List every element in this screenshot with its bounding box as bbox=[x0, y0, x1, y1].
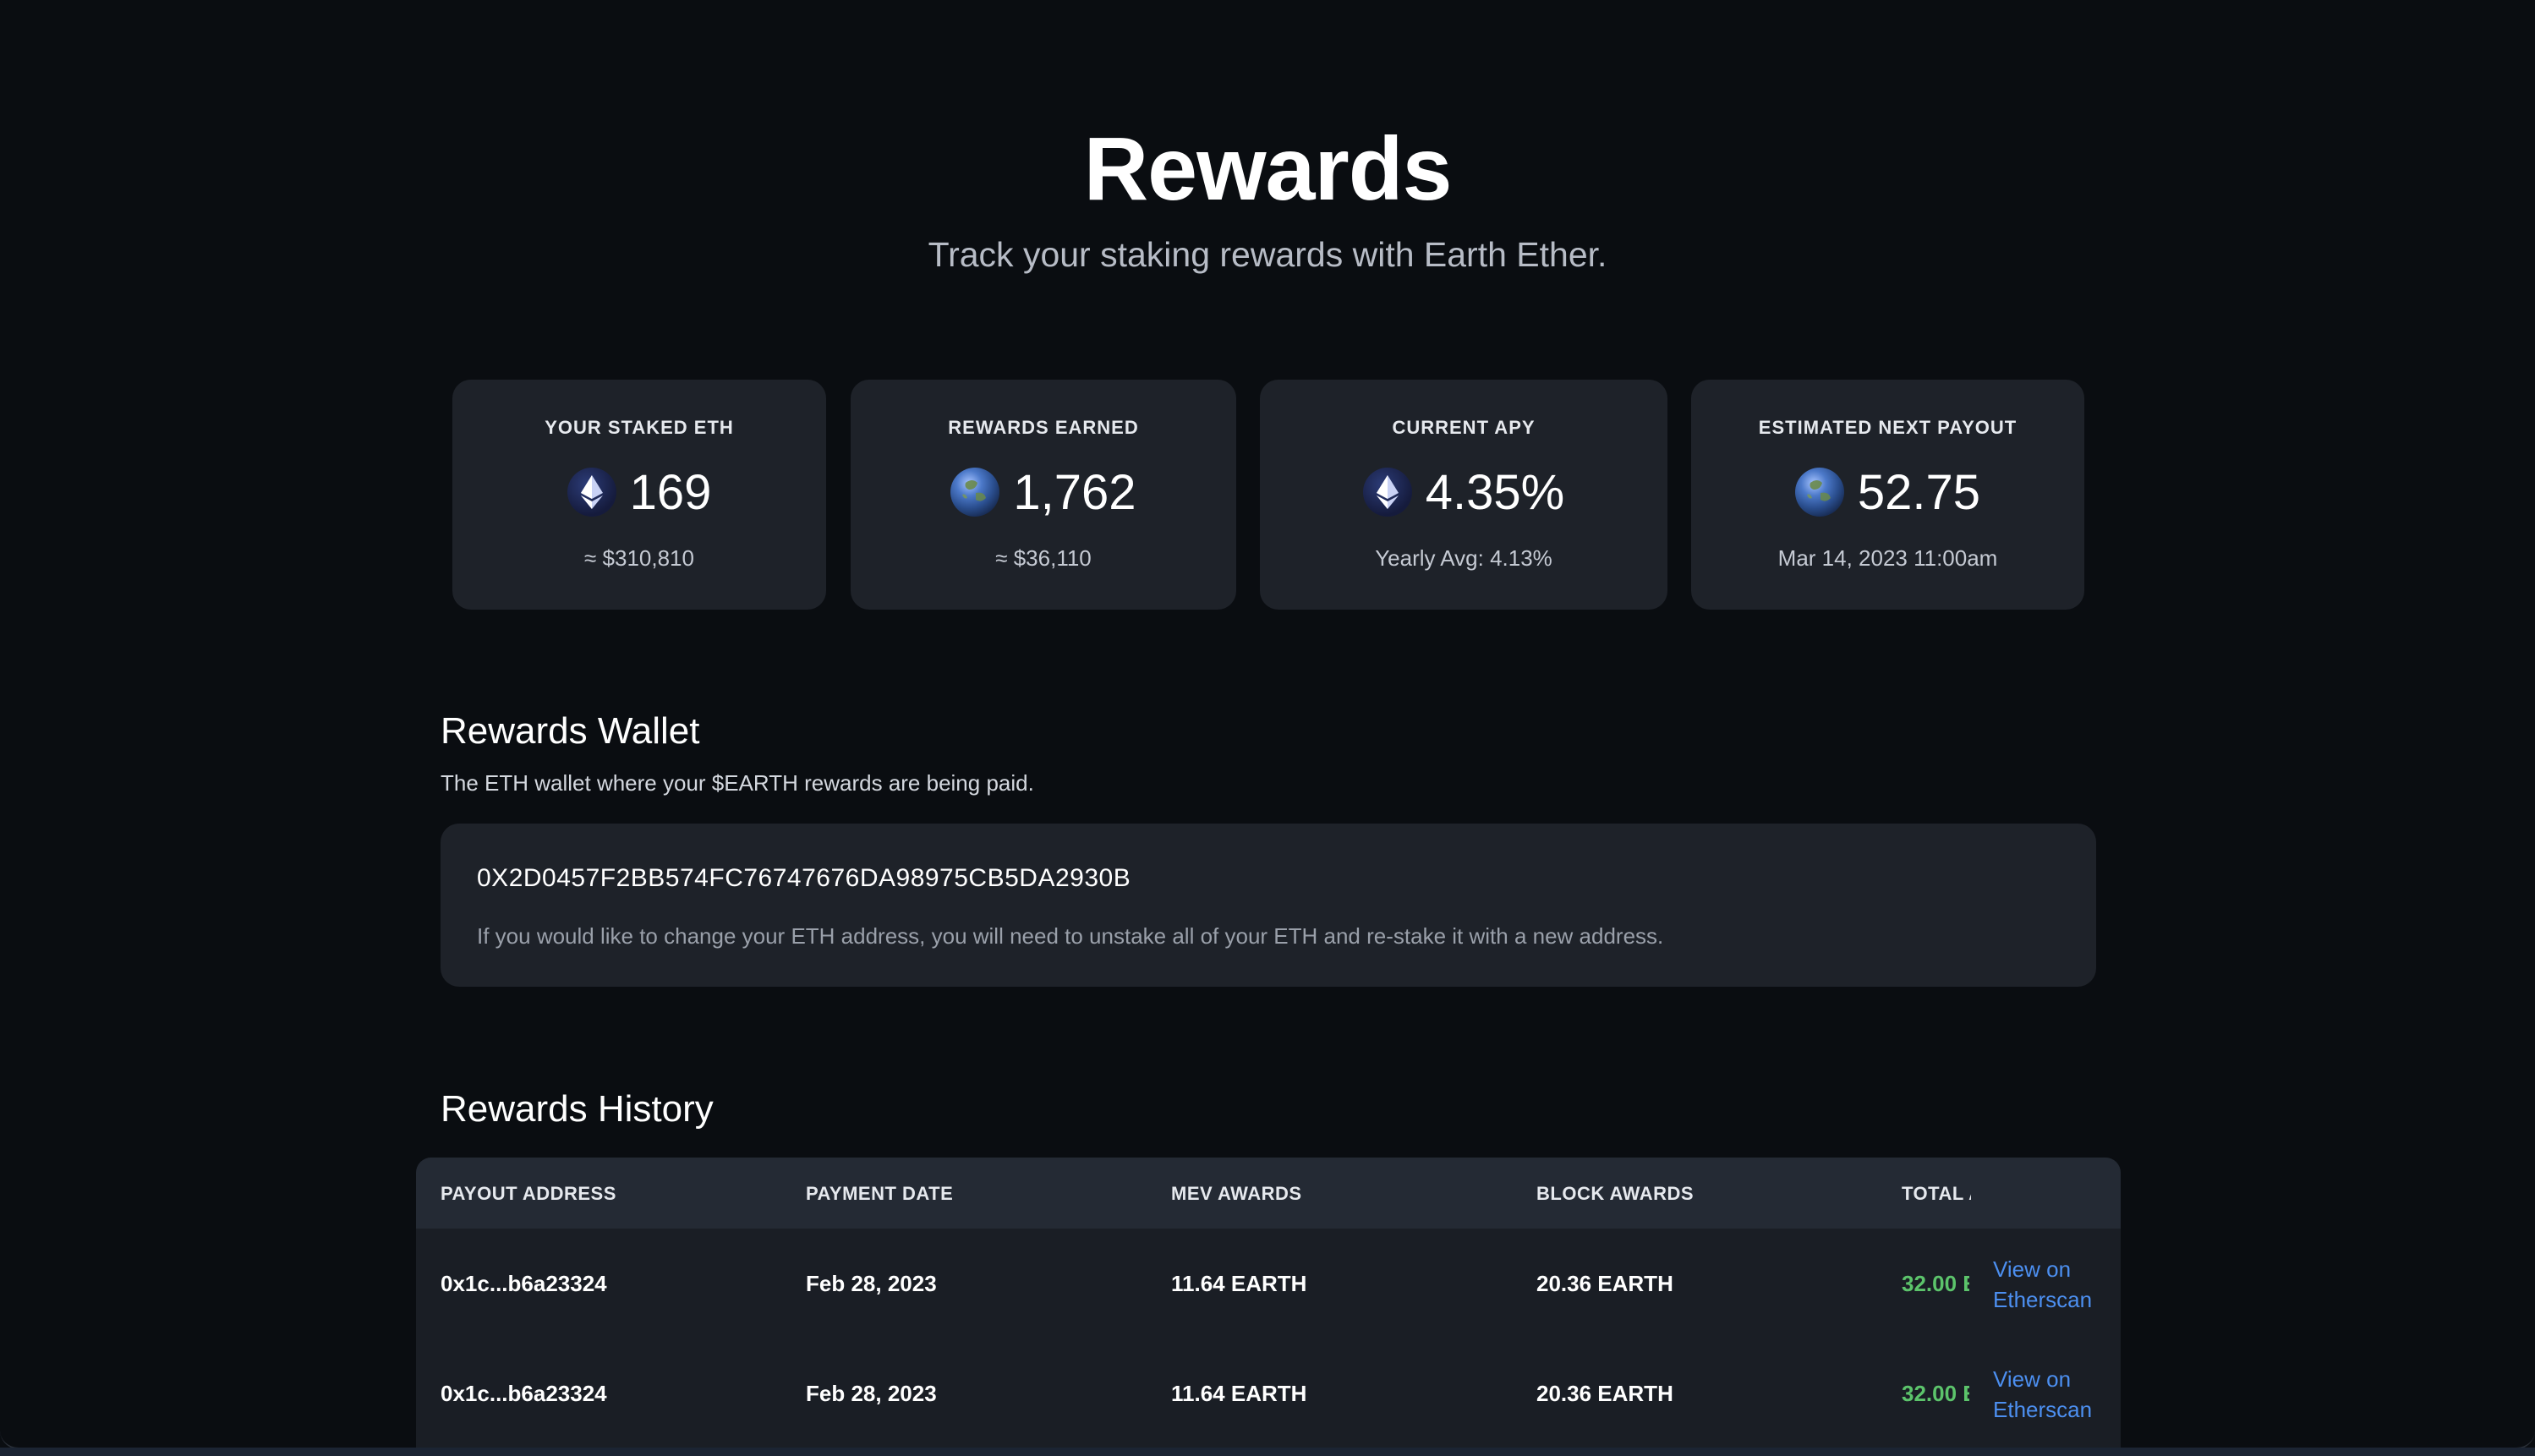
next-payout-value: 52.75 bbox=[1857, 464, 1981, 520]
rewards-earned-card: REWARDS EARNED 1,762 ≈ $36,110 bbox=[851, 380, 1236, 610]
rewards-wallet-description: The ETH wallet where your $EARTH rewards… bbox=[441, 770, 1034, 796]
card-label: ESTIMATED NEXT PAYOUT bbox=[1758, 417, 2018, 438]
rewards-wallet-title: Rewards Wallet bbox=[441, 710, 700, 752]
row-payment-date: Feb 28, 2023 bbox=[806, 1381, 937, 1406]
earth-icon bbox=[1794, 468, 1844, 517]
column-header-mev-awards: MEV AWARDS bbox=[1171, 1183, 1302, 1204]
column-header-payment-date: PAYMENT DATE bbox=[806, 1183, 954, 1204]
table-row: 0x1c...b6a23324 Feb 28, 2023 11.64 EARTH… bbox=[416, 1229, 2121, 1338]
row-block-awards: 20.36 EARTH bbox=[1536, 1271, 1673, 1296]
rewards-page: Rewards Track your staking rewards with … bbox=[0, 0, 2535, 1449]
next-payout-card: ESTIMATED NEXT PAYOUT 52.75 Mar 14, 2023… bbox=[1691, 380, 2084, 610]
table-row: 0x1c...b6a23324 Feb 28, 2023 11.64 EARTH… bbox=[416, 1338, 2121, 1448]
yearly-avg: Yearly Avg: 4.13% bbox=[1375, 545, 1552, 571]
card-label: YOUR STAKED ETH bbox=[545, 417, 734, 438]
rewards-history-table: PAYOUT ADDRESS PAYMENT DATE MEV AWARDS B… bbox=[416, 1158, 2121, 1448]
row-total-awards: 32.00 EARTH bbox=[1902, 1381, 1969, 1406]
table-header: PAYOUT ADDRESS PAYMENT DATE MEV AWARDS B… bbox=[416, 1158, 2121, 1229]
page-title: Rewards bbox=[1083, 119, 1453, 219]
wallet-note: If you would like to change your ETH add… bbox=[477, 923, 1664, 949]
card-label: CURRENT APY bbox=[1392, 417, 1536, 438]
card-label: REWARDS EARNED bbox=[948, 417, 1139, 438]
bottom-strip bbox=[0, 1448, 2535, 1456]
column-header-payout-address: PAYOUT ADDRESS bbox=[441, 1183, 616, 1204]
view-on-etherscan-link[interactable]: View on Etherscan bbox=[1993, 1364, 2120, 1425]
row-total-awards: 32.00 EARTH bbox=[1902, 1271, 1969, 1296]
staked-eth-card: YOUR STAKED ETH 169 ≈ $310,810 bbox=[452, 380, 826, 610]
earth-icon bbox=[950, 468, 1000, 517]
staked-eth-value: 169 bbox=[629, 464, 712, 520]
row-block-awards: 20.36 EARTH bbox=[1536, 1381, 1673, 1406]
wallet-address[interactable]: 0X2D0457F2BB574FC76747676DA98975CB5DA293… bbox=[477, 864, 1131, 893]
wallet-box: 0X2D0457F2BB574FC76747676DA98975CB5DA293… bbox=[441, 824, 2096, 987]
column-header-total-awards: TOTAL AWARDS bbox=[1902, 1183, 1971, 1204]
row-payment-date: Feb 28, 2023 bbox=[806, 1271, 937, 1296]
next-payout-date: Mar 14, 2023 11:00am bbox=[1777, 545, 1998, 571]
row-payout-address: 0x1c...b6a23324 bbox=[441, 1271, 607, 1296]
row-mev-awards: 11.64 EARTH bbox=[1171, 1271, 1307, 1296]
column-header-block-awards: BLOCK AWARDS bbox=[1536, 1183, 1695, 1204]
rewards-earned-usd: ≈ $36,110 bbox=[995, 545, 1092, 571]
page-subtitle: Track your staking rewards with Earth Et… bbox=[928, 235, 1607, 274]
rewards-history-title: Rewards History bbox=[441, 1088, 714, 1130]
row-payout-address: 0x1c...b6a23324 bbox=[441, 1381, 607, 1406]
eth-icon bbox=[1362, 468, 1412, 517]
view-on-etherscan-link[interactable]: View on Etherscan bbox=[1993, 1254, 2120, 1315]
current-apy-card: CURRENT APY 4.35% Yearly Avg: 4.13% bbox=[1260, 380, 1667, 610]
rewards-earned-value: 1,762 bbox=[1013, 464, 1136, 520]
row-mev-awards: 11.64 EARTH bbox=[1171, 1381, 1307, 1406]
staked-eth-usd: ≈ $310,810 bbox=[584, 545, 694, 571]
eth-icon bbox=[567, 468, 616, 517]
current-apy-value: 4.35% bbox=[1425, 464, 1565, 520]
